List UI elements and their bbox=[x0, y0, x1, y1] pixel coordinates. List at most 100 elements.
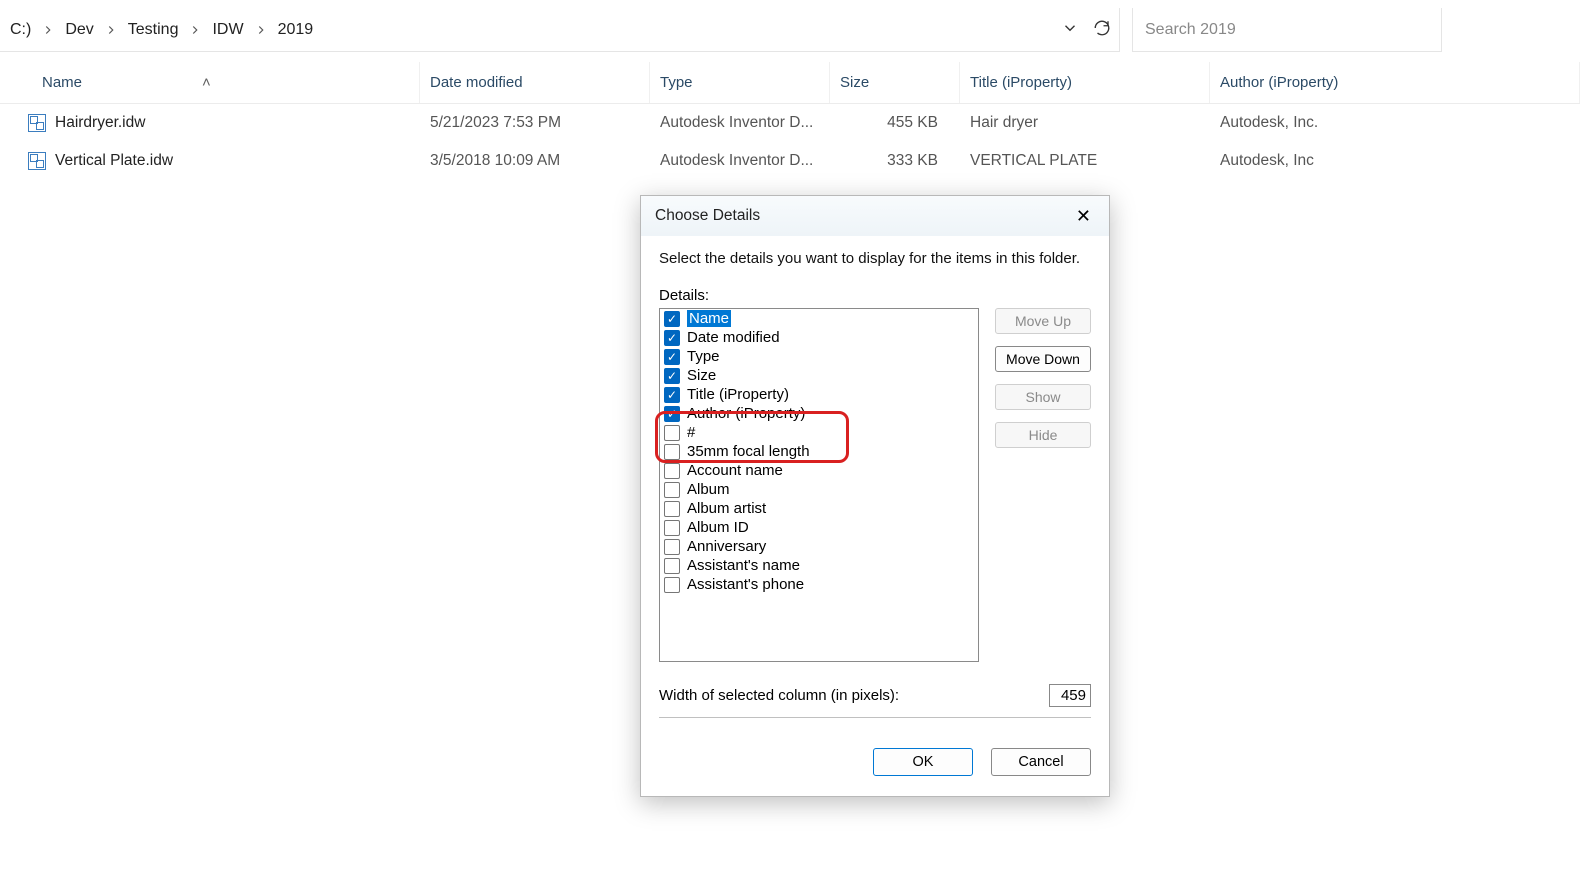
file-author: Autodesk, Inc bbox=[1210, 142, 1580, 180]
detail-item[interactable]: Assistant's phone bbox=[660, 575, 978, 594]
detail-item-label: Album ID bbox=[687, 519, 749, 536]
file-size: 455 KB bbox=[830, 104, 960, 142]
search-box[interactable] bbox=[1132, 8, 1442, 52]
dialog-titlebar[interactable]: Choose Details ✕ bbox=[641, 196, 1109, 236]
detail-item-label: Type bbox=[687, 348, 720, 365]
detail-item-label: Assistant's name bbox=[687, 557, 800, 574]
header-size[interactable]: Size bbox=[830, 62, 960, 103]
detail-item-label: 35mm focal length bbox=[687, 443, 810, 460]
checkbox[interactable] bbox=[664, 463, 680, 479]
chevron-right-icon bbox=[186, 23, 204, 37]
file-author: Autodesk, Inc. bbox=[1210, 104, 1580, 142]
address-bar[interactable]: C:) Dev Testing IDW 2019 bbox=[0, 8, 1120, 52]
checkbox[interactable] bbox=[664, 558, 680, 574]
detail-item[interactable]: Assistant's name bbox=[660, 556, 978, 575]
dialog-instruction: Select the details you want to display f… bbox=[659, 250, 1091, 267]
file-name: Vertical Plate.idw bbox=[55, 152, 173, 170]
hide-button[interactable]: Hide bbox=[995, 422, 1091, 448]
search-input[interactable] bbox=[1145, 21, 1429, 39]
detail-item[interactable]: ✓ Title (iProperty) bbox=[660, 385, 978, 404]
detail-item-label: Author (iProperty) bbox=[687, 405, 805, 422]
checkbox[interactable]: ✓ bbox=[664, 330, 680, 346]
detail-item-label: Anniversary bbox=[687, 538, 766, 555]
checkbox[interactable] bbox=[664, 501, 680, 517]
file-title: Hair dryer bbox=[960, 104, 1210, 142]
detail-item[interactable]: Album ID bbox=[660, 518, 978, 537]
file-name: Hairdryer.idw bbox=[55, 114, 145, 132]
file-type: Autodesk Inventor D... bbox=[650, 104, 830, 142]
chevron-right-icon bbox=[252, 23, 270, 37]
move-down-button[interactable]: Move Down bbox=[995, 346, 1091, 372]
ok-button[interactable]: OK bbox=[873, 748, 973, 776]
header-type[interactable]: Type bbox=[650, 62, 830, 103]
detail-item-label: Assistant's phone bbox=[687, 576, 804, 593]
detail-item-label: Album bbox=[687, 481, 730, 498]
checkbox[interactable]: ✓ bbox=[664, 311, 680, 327]
checkbox[interactable] bbox=[664, 482, 680, 498]
crumb-idw[interactable]: IDW bbox=[206, 17, 249, 43]
detail-item[interactable]: 35mm focal length bbox=[660, 442, 978, 461]
file-list: Name˄ Date modified Type Size Title (iPr… bbox=[0, 52, 1580, 180]
detail-item-label: # bbox=[687, 424, 695, 441]
idw-file-icon bbox=[28, 114, 46, 132]
detail-item[interactable]: # bbox=[660, 423, 978, 442]
crumb-testing[interactable]: Testing bbox=[122, 17, 185, 43]
dialog-title: Choose Details bbox=[655, 207, 760, 225]
detail-item-label: Album artist bbox=[687, 500, 766, 517]
breadcrumb: C:) Dev Testing IDW 2019 bbox=[4, 17, 319, 43]
header-title[interactable]: Title (iProperty) bbox=[960, 62, 1210, 103]
checkbox[interactable] bbox=[664, 444, 680, 460]
detail-item-label: Title (iProperty) bbox=[687, 386, 789, 403]
detail-item-label: Name bbox=[687, 310, 731, 327]
crumb-root[interactable]: C:) bbox=[4, 17, 37, 43]
detail-item[interactable]: Anniversary bbox=[660, 537, 978, 556]
chevron-right-icon bbox=[39, 23, 57, 37]
checkbox[interactable]: ✓ bbox=[664, 349, 680, 365]
checkbox[interactable] bbox=[664, 577, 680, 593]
sort-asc-icon: ˄ bbox=[202, 74, 211, 91]
detail-item[interactable]: ✓ Author (iProperty) bbox=[660, 404, 978, 423]
checkbox[interactable]: ✓ bbox=[664, 387, 680, 403]
cancel-button[interactable]: Cancel bbox=[991, 748, 1091, 776]
chevron-right-icon bbox=[102, 23, 120, 37]
details-list[interactable]: ✓Name✓Date modified✓Type✓Size✓Title (iPr… bbox=[659, 308, 979, 662]
checkbox[interactable] bbox=[664, 539, 680, 555]
width-label: Width of selected column (in pixels): bbox=[659, 687, 899, 704]
refresh-icon[interactable] bbox=[1093, 19, 1111, 41]
checkbox[interactable] bbox=[664, 425, 680, 441]
detail-item[interactable]: Album bbox=[660, 480, 978, 499]
header-name[interactable]: Name˄ bbox=[0, 62, 420, 103]
file-size: 333 KB bbox=[830, 142, 960, 180]
file-date: 3/5/2018 10:09 AM bbox=[420, 142, 650, 180]
history-dropdown-icon[interactable] bbox=[1061, 19, 1079, 41]
detail-item[interactable]: ✓ Date modified bbox=[660, 328, 978, 347]
checkbox[interactable] bbox=[664, 520, 680, 536]
divider bbox=[659, 717, 1091, 718]
detail-item[interactable]: Album artist bbox=[660, 499, 978, 518]
crumb-dev[interactable]: Dev bbox=[59, 17, 99, 43]
detail-item-label: Date modified bbox=[687, 329, 780, 346]
detail-item[interactable]: ✓Size bbox=[660, 366, 978, 385]
show-button[interactable]: Show bbox=[995, 384, 1091, 410]
file-title: VERTICAL PLATE bbox=[960, 142, 1210, 180]
table-row[interactable]: Hairdryer.idw 5/21/2023 7:53 PM Autodesk… bbox=[0, 104, 1580, 142]
crumb-2019[interactable]: 2019 bbox=[272, 17, 320, 43]
column-width-input[interactable] bbox=[1049, 684, 1091, 707]
file-date: 5/21/2023 7:53 PM bbox=[420, 104, 650, 142]
header-author[interactable]: Author (iProperty) bbox=[1210, 62, 1580, 103]
header-date[interactable]: Date modified bbox=[420, 62, 650, 103]
move-up-button[interactable]: Move Up bbox=[995, 308, 1091, 334]
detail-item[interactable]: ✓ Type bbox=[660, 347, 978, 366]
file-type: Autodesk Inventor D... bbox=[650, 142, 830, 180]
table-row[interactable]: Vertical Plate.idw 3/5/2018 10:09 AM Aut… bbox=[0, 142, 1580, 180]
detail-item-label: Account name bbox=[687, 462, 783, 479]
detail-item[interactable]: ✓ Name bbox=[660, 309, 978, 328]
detail-item[interactable]: Account name bbox=[660, 461, 978, 480]
idw-file-icon bbox=[28, 152, 46, 170]
column-headers: Name˄ Date modified Type Size Title (iPr… bbox=[0, 62, 1580, 104]
choose-details-dialog: Choose Details ✕ Select the details you … bbox=[640, 195, 1110, 797]
checkbox[interactable]: ✓ bbox=[664, 406, 680, 422]
details-label: Details: bbox=[659, 287, 1091, 304]
close-icon[interactable]: ✕ bbox=[1072, 202, 1095, 231]
checkbox[interactable]: ✓ bbox=[664, 368, 680, 384]
